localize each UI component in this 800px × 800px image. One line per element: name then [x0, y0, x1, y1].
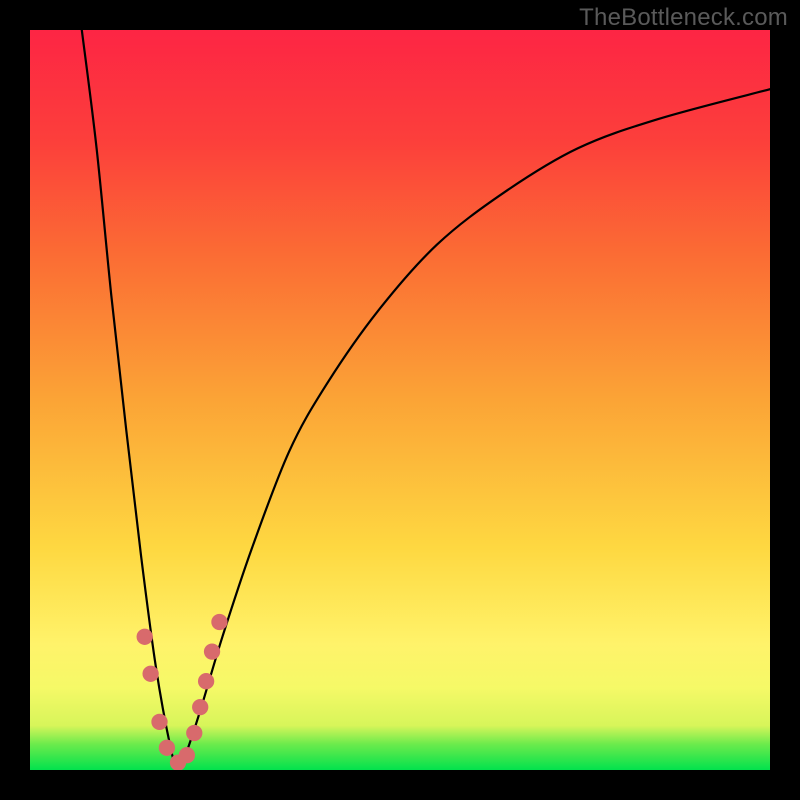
- marker-dot: [192, 699, 208, 715]
- chart-frame: TheBottleneck.com: [0, 0, 800, 800]
- marker-dot: [179, 747, 195, 763]
- watermark-text: TheBottleneck.com: [579, 4, 788, 32]
- chart-svg: [30, 30, 770, 770]
- marker-dot: [198, 673, 214, 689]
- marker-dot: [137, 629, 153, 645]
- plot-area: [30, 30, 770, 770]
- marker-dot: [211, 614, 227, 630]
- marker-dot: [159, 740, 175, 756]
- marker-dot: [186, 725, 202, 741]
- marker-dot: [142, 666, 158, 682]
- gradient-background: [30, 30, 770, 770]
- marker-dot: [204, 643, 220, 659]
- marker-dot: [151, 714, 167, 730]
